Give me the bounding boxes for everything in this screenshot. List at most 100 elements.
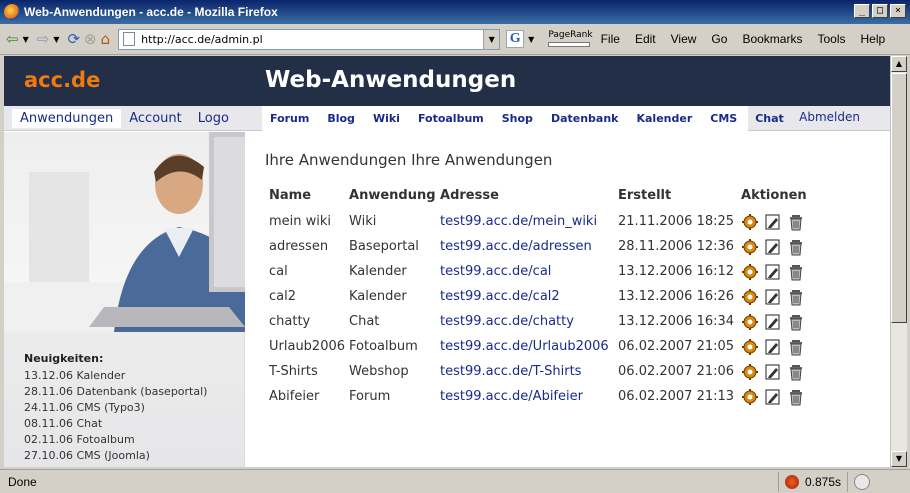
window-titlebar: Web-Anwendungen - acc.de - Mozilla Firef… <box>0 0 910 24</box>
scroll-up-arrow-icon[interactable]: ▲ <box>891 56 907 72</box>
menu-tools[interactable]: Tools <box>817 32 845 46</box>
url-dropdown-icon[interactable]: ▼ <box>483 29 500 49</box>
trash-icon[interactable] <box>787 363 805 381</box>
edit-icon[interactable] <box>764 288 782 306</box>
app-type: Webshop <box>349 364 409 379</box>
menu-help[interactable]: Help <box>860 32 885 46</box>
menu-view[interactable]: View <box>671 32 697 46</box>
app-name: cal <box>269 264 288 279</box>
stop-icon[interactable]: ⊗ <box>84 30 97 48</box>
app-address-cell: test99.acc.de/T-Shirts <box>436 359 614 384</box>
browser-content: acc.de Web-Anwendungen Anwendungen Accou… <box>4 56 890 467</box>
edit-icon[interactable] <box>764 313 782 331</box>
back-history-dropdown[interactable]: ▼ <box>23 35 29 44</box>
edit-icon[interactable] <box>764 363 782 381</box>
url-input[interactable] <box>141 32 482 46</box>
app-actions <box>737 384 807 409</box>
app-name: T-Shirts <box>269 364 318 379</box>
edit-icon[interactable] <box>764 338 782 356</box>
news-list: 13.12.06 Kalender 28.11.06 Datenbank (ba… <box>24 368 207 464</box>
news-item: 02.11.06 Fotoalbum <box>24 433 135 446</box>
trash-icon[interactable] <box>787 238 805 256</box>
trash-icon[interactable] <box>787 263 805 281</box>
close-button[interactable]: × <box>890 4 906 18</box>
settings-gear-icon[interactable] <box>741 388 759 406</box>
scroll-thumb[interactable] <box>891 73 907 323</box>
status-extension[interactable] <box>847 471 876 492</box>
extension-icon[interactable] <box>854 473 871 490</box>
edit-icon[interactable] <box>764 388 782 406</box>
app-address-link[interactable]: test99.acc.de/T-Shirts <box>440 364 581 379</box>
menu-go[interactable]: Go <box>711 32 727 46</box>
nav-account[interactable]: Account <box>121 109 190 128</box>
app-address-link[interactable]: test99.acc.de/cal2 <box>440 289 560 304</box>
app-created: 06.02.2007 21:06 <box>618 364 735 379</box>
status-text: Done <box>8 474 37 489</box>
settings-gear-icon[interactable] <box>741 313 759 331</box>
home-icon[interactable]: ⌂ <box>101 30 111 48</box>
app-nav-cms[interactable]: CMS <box>710 112 737 125</box>
scroll-down-arrow-icon[interactable]: ▼ <box>891 451 907 467</box>
minimize-button[interactable]: _ <box>854 4 870 18</box>
menu-file[interactable]: File <box>601 32 620 46</box>
logout-link[interactable]: Abmelden <box>799 110 860 124</box>
trash-icon[interactable] <box>787 388 805 406</box>
site-title: Web-Anwendungen <box>265 67 517 93</box>
app-nav-chat[interactable]: Chat <box>755 112 784 125</box>
app-address-link[interactable]: test99.acc.de/mein_wiki <box>440 214 597 229</box>
app-address-link[interactable]: test99.acc.de/chatty <box>440 314 574 329</box>
forward-arrow-icon[interactable]: ⇨ <box>37 30 50 48</box>
reload-icon[interactable]: ⟳ <box>67 30 80 48</box>
app-address-cell: test99.acc.de/cal <box>436 259 614 284</box>
app-nav-shop[interactable]: Shop <box>502 112 533 125</box>
settings-gear-icon[interactable] <box>741 238 759 256</box>
app-address-cell: test99.acc.de/chatty <box>436 309 614 334</box>
app-address-link[interactable]: test99.acc.de/Urlaub2006 <box>440 339 609 354</box>
account-nav: Anwendungen Account Logo <box>12 109 237 128</box>
search-engine-dropdown[interactable]: ▼ <box>528 35 534 44</box>
main-content: Ihre Anwendungen Ihre Anwendungen Name A… <box>265 151 807 409</box>
nav-logo[interactable]: Logo <box>190 109 237 128</box>
settings-gear-icon[interactable] <box>741 288 759 306</box>
forward-history-dropdown[interactable]: ▼ <box>53 35 59 44</box>
sidebar: Neuigkeiten: 13.12.06 Kalender 28.11.06 … <box>4 132 245 467</box>
vertical-scrollbar[interactable]: ▲ ▼ <box>890 56 907 467</box>
app-address-link[interactable]: test99.acc.de/cal <box>440 264 551 279</box>
app-address-link[interactable]: test99.acc.de/Abifeier <box>440 389 583 404</box>
app-created: 13.12.2006 16:12 <box>618 264 735 279</box>
app-created: 28.11.2006 12:36 <box>618 239 735 254</box>
app-nav-forum[interactable]: Forum <box>270 112 309 125</box>
application-nav: Forum Blog Wiki Fotoalbum Shop Datenbank… <box>262 106 784 131</box>
table-row: Urlaub2006 Fotoalbum test99.acc.de/Urlaub2… <box>265 334 807 359</box>
app-nav-datenbank[interactable]: Datenbank <box>551 112 619 125</box>
settings-gear-icon[interactable] <box>741 213 759 231</box>
site-logo[interactable]: acc.de <box>24 68 100 92</box>
app-address-link[interactable]: test99.acc.de/adressen <box>440 239 592 254</box>
settings-gear-icon[interactable] <box>741 263 759 281</box>
maximize-button[interactable]: □ <box>872 4 888 18</box>
edit-icon[interactable] <box>764 238 782 256</box>
app-nav-wiki[interactable]: Wiki <box>373 112 400 125</box>
app-type: Chat <box>349 314 380 329</box>
news-item: 27.10.06 CMS (Joomla) <box>24 449 150 462</box>
app-nav-blog[interactable]: Blog <box>327 112 355 125</box>
menu-bookmarks[interactable]: Bookmarks <box>742 32 802 46</box>
trash-icon[interactable] <box>787 313 805 331</box>
url-bar[interactable]: ▼ <box>118 28 501 50</box>
settings-gear-icon[interactable] <box>741 338 759 356</box>
column-header-created: Erstellt <box>618 187 672 203</box>
back-arrow-icon[interactable]: ⇦ <box>6 30 19 48</box>
google-search-icon[interactable]: G <box>506 30 525 48</box>
settings-gear-icon[interactable] <box>741 363 759 381</box>
app-nav-kalender[interactable]: Kalender <box>636 112 692 125</box>
trash-icon[interactable] <box>787 288 805 306</box>
pagerank-bar <box>548 42 591 47</box>
app-name: adressen <box>269 239 329 254</box>
edit-icon[interactable] <box>764 263 782 281</box>
nav-anwendungen[interactable]: Anwendungen <box>12 109 122 128</box>
trash-icon[interactable] <box>787 213 805 231</box>
trash-icon[interactable] <box>787 338 805 356</box>
edit-icon[interactable] <box>764 213 782 231</box>
app-nav-fotoalbum[interactable]: Fotoalbum <box>418 112 484 125</box>
menu-edit[interactable]: Edit <box>635 32 656 46</box>
